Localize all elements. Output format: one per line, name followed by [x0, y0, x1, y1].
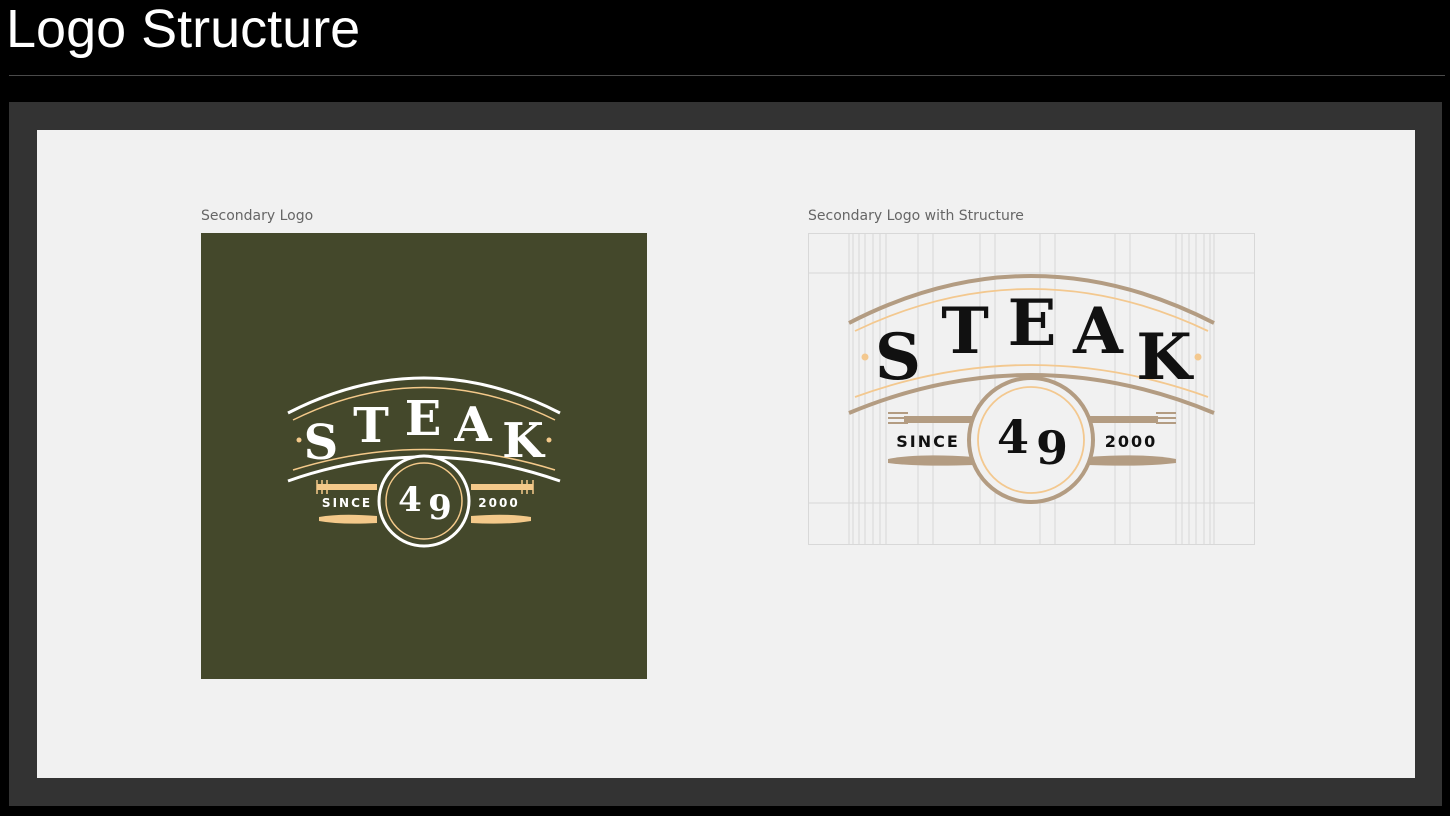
right-dot — [546, 437, 552, 443]
letter-k: K — [502, 413, 546, 469]
letter-e: E — [1008, 286, 1057, 361]
left-dot — [296, 437, 302, 443]
year-label: 2000 — [478, 496, 519, 510]
digit-nine: 9 — [1036, 421, 1068, 475]
letter-s: S — [304, 415, 339, 471]
letter-a: A — [453, 397, 492, 453]
letter-a: A — [1072, 294, 1124, 369]
left-dot — [861, 353, 869, 361]
digit-nine: 9 — [428, 488, 452, 528]
year-label: 2000 — [1105, 432, 1158, 451]
since-label: SINCE — [896, 432, 960, 451]
letter-e: E — [405, 391, 442, 447]
letter-s: S — [875, 320, 921, 395]
since-label: SINCE — [322, 496, 372, 510]
secondary-logo: S T E A K SINCE 2000 4 9 — [287, 376, 561, 548]
right-dot — [1194, 353, 1202, 361]
structure-logo-panel: S T E A K SINCE 2000 4 9 — [808, 233, 1255, 545]
letter-t: T — [353, 398, 389, 454]
title-divider — [9, 75, 1445, 76]
artboard: Secondary Logo Secondary Logo with Struc… — [37, 130, 1415, 778]
secondary-logo-caption: Secondary Logo — [201, 208, 314, 224]
letter-k: K — [1136, 320, 1194, 395]
badge-outer-ring — [967, 376, 1095, 504]
structure-logo: S T E A K SINCE 2000 4 9 — [808, 233, 1255, 545]
digit-four: 4 — [997, 410, 1029, 464]
secondary-logo-panel: S T E A K SINCE 2000 4 9 — [201, 233, 647, 679]
badge-outer-ring — [377, 454, 471, 548]
structure-logo-caption: Secondary Logo with Structure — [808, 208, 1024, 224]
letter-t: T — [941, 294, 989, 369]
digit-four: 4 — [398, 480, 422, 520]
page-title: Logo Structure — [6, 0, 361, 59]
